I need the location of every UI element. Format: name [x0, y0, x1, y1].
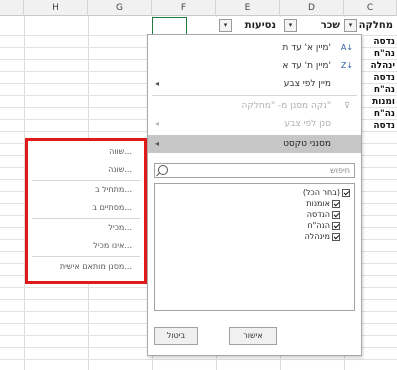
submenu-arrow-icon: ◂: [155, 139, 160, 148]
sort-az-icon: A↓: [340, 43, 354, 52]
text-filters-submenu: שווה... שונה... מתחיל ב... מסתיים ב... מ…: [25, 138, 147, 284]
header-department-label: מחלקה: [358, 20, 393, 31]
sort-ascending-label: מיין א' עד ת': [282, 43, 331, 53]
filter-option-label: אומנות: [306, 199, 330, 208]
filter-values-list: (בחר הכל) אומנות הנדסה הנה"ח מינהלה: [154, 183, 355, 311]
cell-department[interactable]: נה"ח: [363, 108, 397, 120]
selected-cell[interactable]: [152, 17, 187, 35]
row-header-corner[interactable]: [0, 0, 24, 16]
cell-department[interactable]: נדסה: [363, 120, 397, 132]
sort-za-icon: Z↓: [340, 61, 354, 70]
column-h-header[interactable]: H: [24, 0, 88, 16]
sort-ascending-item[interactable]: מיין א' עד ת' A↓: [148, 39, 361, 57]
column-c-header[interactable]: C: [344, 0, 397, 16]
filter-option-label: הנדסה: [306, 210, 330, 219]
clear-filter-icon: ⊽: [344, 101, 350, 110]
gridline: [0, 359, 397, 360]
autofilter-dropdown: מיין א' עד ת' A↓ מיין ת' עד א' Z↓ מיין ל…: [147, 34, 362, 356]
submenu-arrow-icon: ◂: [155, 79, 160, 88]
filter-dropdown-icon[interactable]: ▾: [219, 19, 232, 32]
filter-option[interactable]: מינהלה: [305, 231, 340, 242]
text-filter-does-not-contain[interactable]: אינו מכיל...: [28, 237, 144, 255]
checkbox-checked-icon[interactable]: [332, 210, 340, 219]
header-salary-label: שכר: [320, 20, 340, 31]
checkbox-checked-icon[interactable]: [342, 188, 350, 197]
filter-option[interactable]: הנדסה: [307, 209, 340, 220]
search-icon: [158, 165, 168, 175]
filter-option-label: מינהלה: [304, 232, 330, 241]
cell-department[interactable]: נה"ח: [363, 48, 397, 60]
ok-button[interactable]: אישור: [229, 327, 277, 345]
search-placeholder: חיפוש: [330, 166, 350, 175]
clear-filter-label: נקה מסנן מ- "מחלקה": [241, 101, 331, 111]
filter-by-color-item[interactable]: סנן לפי צבע ◂: [148, 115, 361, 133]
sort-descending-item[interactable]: מיין ת' עד א' Z↓: [148, 57, 361, 75]
checkbox-checked-icon[interactable]: [332, 199, 340, 208]
text-filter-equals[interactable]: שווה...: [28, 143, 144, 161]
checkbox-checked-icon[interactable]: [332, 232, 340, 241]
text-filter-custom[interactable]: מסנן מותאם אישית...: [28, 258, 144, 276]
menu-separator: [152, 95, 357, 96]
column-f-header[interactable]: F: [152, 0, 216, 16]
column-e-header[interactable]: E: [216, 0, 280, 16]
menu-separator: [32, 256, 140, 257]
filter-option-label: (בחר הכל): [302, 188, 340, 197]
filter-dropdown-icon[interactable]: ▾: [284, 19, 297, 32]
sort-descending-label: מיין ת' עד א': [282, 61, 331, 71]
text-filters-item[interactable]: מסנני טקסט ◂: [148, 135, 361, 153]
header-cell-department[interactable]: מחלקה ▾: [344, 17, 397, 35]
header-absences-label: נסיעות: [244, 20, 276, 31]
sort-by-color-label: מיין לפי צבע: [283, 79, 331, 89]
column-header-row: H G F E D C: [0, 0, 397, 16]
cell-department[interactable]: נדסה: [363, 36, 397, 48]
filter-by-color-label: סנן לפי צבע: [284, 119, 331, 129]
column-d-header[interactable]: D: [280, 0, 344, 16]
sort-by-color-item[interactable]: מיין לפי צבע ◂: [148, 75, 361, 93]
filter-search-input[interactable]: חיפוש: [154, 163, 355, 178]
filter-option[interactable]: הנה"ח: [307, 220, 340, 231]
clear-filter-item[interactable]: נקה מסנן מ- "מחלקה" ⊽: [148, 97, 361, 115]
cell-department[interactable]: נדסה: [363, 72, 397, 84]
text-filters-label: מסנני טקסט: [283, 139, 331, 149]
text-filter-begins-with[interactable]: מתחיל ב...: [28, 181, 144, 199]
submenu-arrow-icon: ◂: [155, 119, 160, 128]
column-g-header[interactable]: G: [88, 0, 152, 16]
cell-department[interactable]: נה"ח: [363, 84, 397, 96]
text-filter-ends-with[interactable]: מסתיים ב...: [28, 199, 144, 217]
filter-option-label: הנה"ח: [307, 221, 330, 230]
header-cell-salary[interactable]: שכר ▾: [280, 17, 344, 35]
checkbox-checked-icon[interactable]: [332, 221, 340, 230]
cell-department[interactable]: ומנות: [363, 96, 397, 108]
cell-department[interactable]: ינהלה: [363, 60, 397, 72]
filter-option[interactable]: אומנות: [306, 198, 340, 209]
text-filter-contains[interactable]: מכיל...: [28, 219, 144, 237]
text-filter-not-equals[interactable]: שונה...: [28, 161, 144, 179]
cancel-button[interactable]: ביטול: [154, 327, 198, 345]
filter-active-dropdown-icon[interactable]: ▾: [344, 19, 357, 32]
filter-option-select-all[interactable]: (בחר הכל): [303, 187, 350, 198]
header-cell-absences[interactable]: נסיעות ▾: [216, 17, 280, 35]
